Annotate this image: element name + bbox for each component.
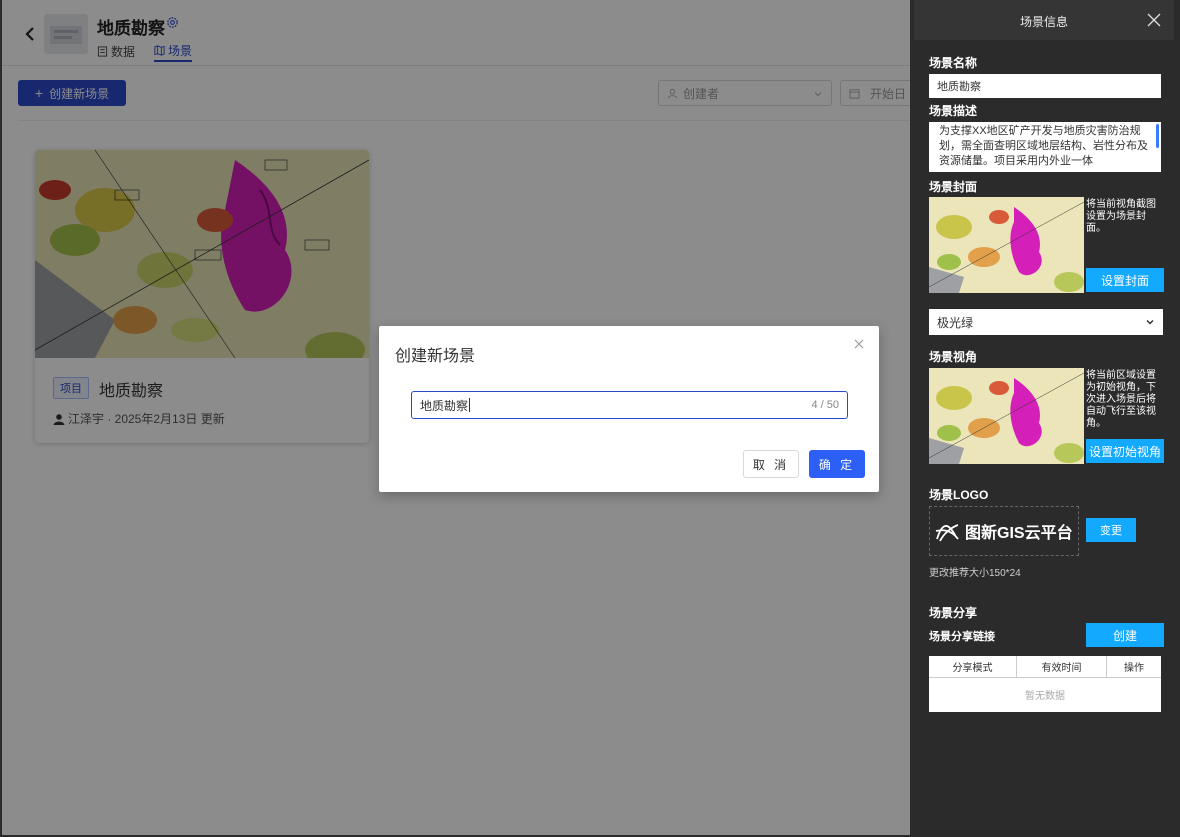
scene-logo-label: 场景LOGO <box>929 488 989 502</box>
share-table-header: 分享模式 有效时间 操作 <box>929 656 1161 678</box>
cover-preview-map <box>929 197 1084 293</box>
share-table-empty: 暂无数据 <box>1025 691 1065 702</box>
create-scene-modal: 创建新场景 地质勘察 4 / 50 取 消 确 定 <box>379 326 879 492</box>
chevron-down-icon <box>1146 319 1154 325</box>
view-note: 将当前区域设置为初始视角，下次进入场景后将自动飞行至该视角。 <box>1086 370 1156 429</box>
col-share-mode: 分享模式 <box>929 656 1017 677</box>
scene-share-label: 场景分享 <box>929 606 978 620</box>
change-logo-button[interactable]: 变更 <box>1086 518 1136 542</box>
view-preview-map <box>929 368 1084 464</box>
cover-note: 将当前视角截图设置为场景封面。 <box>1086 199 1156 234</box>
logo-mark-icon <box>935 524 959 542</box>
confirm-button[interactable]: 确 定 <box>809 450 865 478</box>
cancel-button[interactable]: 取 消 <box>743 450 799 478</box>
theme-select-value: 极光绿 <box>937 315 974 330</box>
share-table: 分享模式 有效时间 操作 暂无数据 <box>929 656 1161 712</box>
main-area: 地质勘察 数据 场景 + 创建新场景 创建者 开始日 项目 地质勘察 江泽宇 ·… <box>2 0 910 835</box>
create-share-button[interactable]: 创建 <box>1086 623 1164 647</box>
scene-desc-textarea[interactable]: 为支撑XX地区矿产开发与地质灾害防治规划，需全面查明区域地层结构、岩性分布及资源… <box>929 122 1161 172</box>
panel-scene-name-input[interactable]: 地质勘察 <box>929 74 1161 98</box>
scene-view-label: 场景视角 <box>929 350 978 364</box>
scene-desc-label: 场景描述 <box>929 104 978 118</box>
panel-title: 场景信息 <box>1019 15 1068 29</box>
scene-name-label: 场景名称 <box>929 56 978 70</box>
theme-select[interactable]: 极光绿 <box>929 309 1163 335</box>
scene-name-input[interactable]: 地质勘察 4 / 50 <box>411 391 848 419</box>
set-cover-button[interactable]: 设置封面 <box>1086 268 1164 292</box>
col-valid-time: 有效时间 <box>1017 656 1107 677</box>
logo-text: 图新GIS云平台 <box>965 525 1073 542</box>
close-icon[interactable] <box>1146 12 1162 28</box>
scene-desc-text: 为支撑XX地区矿产开发与地质灾害防治规划，需全面查明区域地层结构、岩性分布及资源… <box>939 125 1148 167</box>
scene-name-value: 地质勘察 <box>420 398 469 413</box>
share-link-label: 场景分享链接 <box>929 631 995 643</box>
scrollbar[interactable] <box>1156 124 1159 148</box>
logo-preview: 图新GIS云平台 <box>929 506 1079 556</box>
col-action: 操作 <box>1124 663 1144 674</box>
char-count: 4 / 50 <box>811 399 839 411</box>
close-icon[interactable] <box>853 338 865 350</box>
scene-cover-label: 场景封面 <box>929 180 978 194</box>
set-initial-view-button[interactable]: 设置初始视角 <box>1086 439 1164 463</box>
panel-header: 场景信息 <box>914 0 1174 40</box>
scene-info-panel: 场景信息 场景名称 地质勘察 场景描述 为支撑XX地区矿产开发与地质灾害防治规划… <box>914 0 1174 837</box>
logo-size-hint: 更改推荐大小150*24 <box>929 568 1021 579</box>
text-caret <box>469 398 471 412</box>
modal-title: 创建新场景 <box>395 348 476 365</box>
